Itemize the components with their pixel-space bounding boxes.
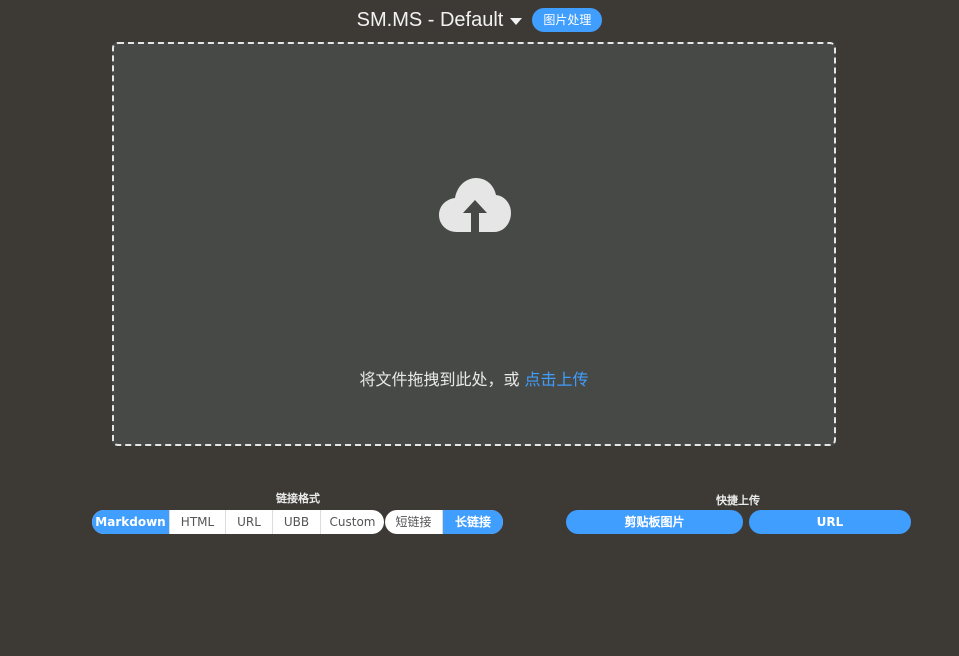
upload-dropzone[interactable]: 将文件拖拽到此处，或 点击上传: [112, 42, 836, 446]
click-upload-link[interactable]: 点击上传: [525, 370, 589, 389]
quick-upload-label: 快捷上传: [716, 494, 760, 507]
short-link-option[interactable]: 短链接: [385, 510, 443, 534]
caret-down-icon: [510, 18, 523, 25]
link-length-group: 短链接 长链接: [385, 510, 503, 534]
drop-hint: 将文件拖拽到此处，或 点击上传: [114, 366, 834, 390]
image-process-button[interactable]: 图片处理: [532, 8, 603, 32]
format-option-custom[interactable]: Custom: [321, 510, 384, 534]
format-option-ubb[interactable]: UBB: [273, 510, 321, 534]
cloud-upload-icon: [439, 178, 511, 234]
format-option-html[interactable]: HTML: [170, 510, 226, 534]
long-link-option[interactable]: 长链接: [443, 510, 503, 534]
format-option-url[interactable]: URL: [226, 510, 273, 534]
url-upload-button[interactable]: URL: [749, 510, 911, 534]
format-option-markdown[interactable]: Markdown: [92, 510, 170, 534]
clipboard-upload-button[interactable]: 剪贴板图片: [566, 510, 743, 534]
link-format-label: 链接格式: [276, 492, 320, 505]
picbed-title: SM.MS - Default: [356, 8, 504, 31]
link-format-group: Markdown HTML URL UBB Custom: [92, 510, 384, 534]
picbed-selector[interactable]: SM.MS - Default: [357, 9, 523, 32]
header: SM.MS - Default 图片处理: [0, 6, 959, 34]
drop-hint-text: 将文件拖拽到此处，或: [359, 370, 525, 389]
